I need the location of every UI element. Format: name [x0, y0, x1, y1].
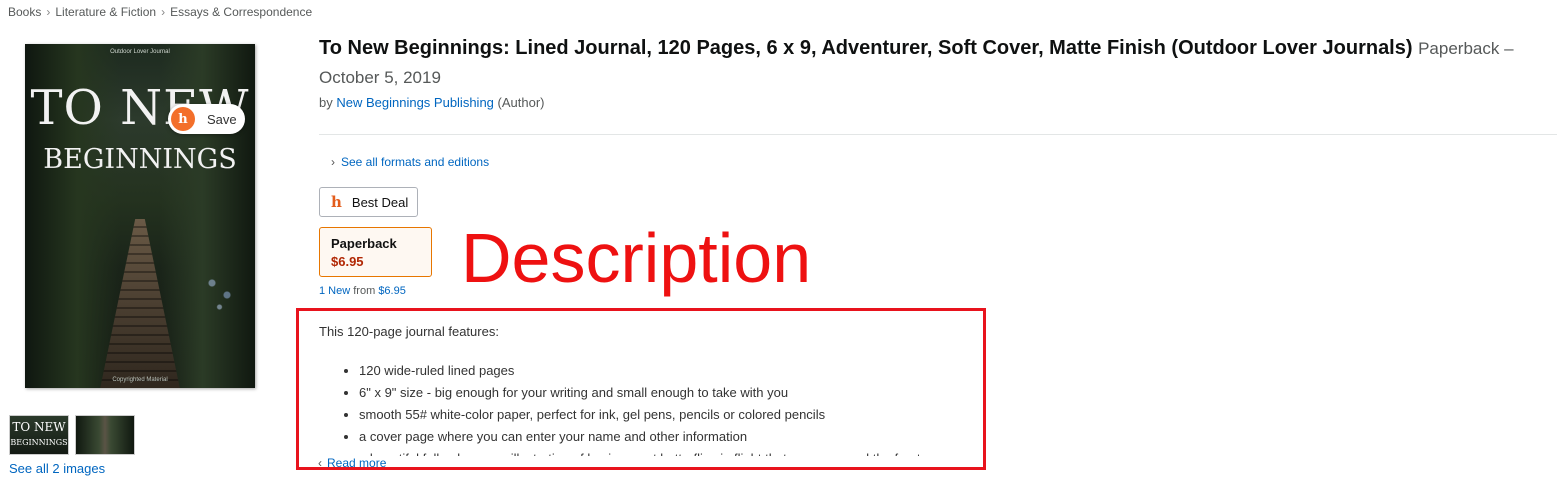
divider [319, 134, 1557, 135]
format-price: $6.95 [331, 254, 364, 269]
best-deal-label: Best Deal [351, 194, 409, 210]
cover-title-line2: BEGINNINGS [43, 144, 237, 175]
thumbnail-title-line1: TO NEW [12, 420, 66, 434]
breadcrumb-separator: › [46, 5, 51, 19]
honey-logo-icon: h [171, 107, 195, 131]
breadcrumb-item-books[interactable]: Books [8, 5, 41, 19]
breadcrumb: Books › Literature & Fiction › Essays & Corr… [8, 5, 312, 19]
new-from-offer: 1 New from $6.95 [319, 285, 406, 297]
see-all-images-link[interactable]: See all 2 images [9, 461, 105, 476]
save-label: Save [207, 111, 237, 127]
product-title: To New Beginnings: Lined Journal, 120 Pa… [319, 34, 1549, 92]
thumbnail-cover[interactable]: TO NEW BEGINNINGS [9, 415, 69, 455]
new-offers-link[interactable]: 1 New [319, 285, 350, 297]
chevron-right-icon: › [331, 155, 335, 169]
honey-logo-icon: h [331, 193, 342, 211]
thumbnail-back[interactable] [75, 415, 135, 455]
see-all-formats-link[interactable]: › See all formats and editions [331, 155, 489, 169]
cover-copyright-text: Copyrighted Material [112, 377, 168, 383]
annotation-description-label: Description [461, 219, 812, 297]
author-link[interactable]: New Beginnings Publishing [336, 95, 494, 110]
byline-prefix: by [319, 95, 333, 110]
new-from-price-link[interactable]: $6.95 [378, 285, 406, 297]
annotation-highlight-box [296, 308, 986, 470]
new-from-text: from [353, 285, 376, 297]
see-all-formats-label: See all formats and editions [341, 155, 490, 169]
cover-flowers [197, 259, 247, 319]
format-option-paperback[interactable]: Paperback $6.95 [319, 227, 432, 277]
format-name: Paperback [331, 236, 397, 251]
product-title-text: To New Beginnings: Lined Journal, 120 Pa… [319, 37, 1413, 59]
cover-series-text: Outdoor Lover Journal [110, 49, 170, 55]
byline: by New Beginnings Publishing (Author) [319, 95, 545, 110]
save-button[interactable]: h Save [168, 104, 245, 134]
thumbnail-title-line2: BEGINNINGS [10, 438, 68, 447]
breadcrumb-separator: › [161, 5, 166, 19]
best-deal-button[interactable]: h Best Deal [319, 187, 418, 217]
author-role: (Author) [497, 95, 545, 110]
breadcrumb-item-literature[interactable]: Literature & Fiction [55, 5, 156, 19]
book-cover-image[interactable]: Outdoor Lover Journal TO NEW BEGINNINGS … [25, 44, 255, 388]
breadcrumb-item-essays[interactable]: Essays & Correspondence [170, 5, 312, 19]
